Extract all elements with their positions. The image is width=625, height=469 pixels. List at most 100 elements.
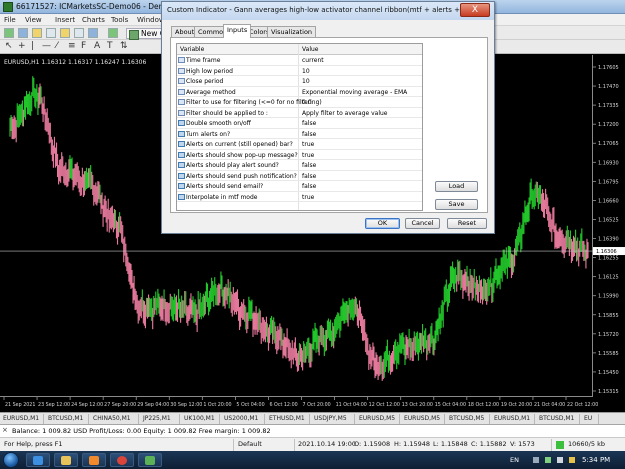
ie-glyph [33, 456, 43, 465]
symbol-tab[interactable]: JP225,M1 [140, 414, 180, 424]
crosshair-icon[interactable]: + [18, 41, 26, 51]
table-row[interactable]: Turn alerts on? false [177, 129, 422, 139]
table-row[interactable]: Alerts should play alert sound? false [177, 160, 422, 171]
symbol-tab[interactable]: EURUSD,M5 [401, 414, 445, 424]
cancel-button[interactable]: Cancel [405, 218, 440, 229]
load-button[interactable]: Load [435, 181, 478, 192]
symbol-tab[interactable]: BTCUSD,M5 [446, 414, 490, 424]
param-name: Turn alerts on? [186, 130, 231, 138]
menu-view[interactable]: View [25, 16, 42, 24]
start-button[interactable] [3, 452, 19, 468]
new-order-icon[interactable] [108, 28, 118, 38]
table-row[interactable]: Time frame current [177, 55, 422, 66]
table-row[interactable]: Filter to use for filtering (<=0 for no … [177, 97, 422, 108]
symbol-tab[interactable]: EURUSD,M1 [491, 414, 535, 424]
symbol-tab[interactable]: BTCUSD,M1 [45, 414, 89, 424]
param-value[interactable]: false [302, 162, 316, 169]
table-row[interactable]: Average method Exponential moving average… [177, 87, 422, 97]
param-value[interactable]: false [302, 173, 316, 180]
param-value[interactable]: false [302, 120, 316, 127]
taskbar-media-icon[interactable] [82, 453, 106, 467]
table-row[interactable]: Filter should be applied to : Apply filte… [177, 108, 422, 118]
taskbar-explorer-icon[interactable] [54, 453, 78, 467]
tab-inputs[interactable]: Inputs [223, 24, 252, 38]
symbol-tab[interactable]: BTCUSD,M1 [536, 414, 580, 424]
taskbar-chrome-icon[interactable] [110, 453, 134, 467]
table-row[interactable]: Double smooth on/off false [177, 118, 422, 129]
param-value[interactable]: 10 [302, 68, 310, 75]
cursor-icon[interactable]: ↖ [5, 41, 13, 51]
menu-insert[interactable]: Insert [55, 16, 75, 24]
price-tick-label: 1.16390 [598, 237, 619, 243]
param-value[interactable]: 10 [302, 78, 310, 85]
tray-up-arrow-icon[interactable] [533, 457, 539, 463]
menu-tools[interactable]: Tools [111, 16, 128, 24]
save-button[interactable]: Save [435, 199, 478, 210]
symbol-tab[interactable]: CHINA50,M1 [90, 414, 139, 424]
tray-network-icon[interactable] [545, 457, 551, 463]
reset-button[interactable]: Reset [447, 218, 487, 229]
param-value[interactable]: Apply filter to average value [302, 110, 388, 117]
new-chart-icon[interactable] [4, 28, 14, 38]
menu-file[interactable]: File [4, 16, 16, 24]
table-row[interactable]: Alerts should send push notification? fal… [177, 171, 422, 181]
trendline-icon[interactable]: ⁄ [56, 41, 58, 51]
symbol-tab[interactable]: ETHUSD,M1 [266, 414, 310, 424]
custom-indicator-dialog: Custom Indicator - Gann averages high-lo… [161, 1, 495, 234]
tab-visualization[interactable]: Visualization [267, 26, 317, 37]
table-row[interactable]: Alerts should show pop-up message? true [177, 150, 422, 160]
symbol-tab[interactable]: UK100,M1 [181, 414, 220, 424]
channel-icon[interactable]: ≡ [68, 41, 76, 51]
fibonacci-icon[interactable]: F [81, 41, 86, 51]
price-tick-label: 1.16525 [598, 217, 619, 223]
text-tool-icon[interactable]: A [94, 41, 100, 51]
tray-volume-icon[interactable] [557, 457, 563, 463]
column-variable[interactable]: Variable [180, 46, 204, 53]
param-name: Close period [186, 78, 224, 85]
taskbar-ie-icon[interactable] [26, 453, 50, 467]
table-row[interactable]: Alerts should send email? false [177, 181, 422, 192]
symbol-tab[interactable]: USDJPY,M5 [311, 414, 355, 424]
tray-flag-icon[interactable] [569, 457, 575, 463]
tester-icon[interactable] [88, 28, 98, 38]
table-row[interactable]: Close period 10 [177, 76, 422, 87]
time-tick-label: 18 Oct 12:00 [468, 402, 499, 408]
terminal-close-icon[interactable]: × [2, 426, 8, 434]
folder-glyph [61, 456, 71, 465]
bool-param-icon [178, 120, 185, 126]
symbol-tab[interactable]: EURUSD,M1 [0, 414, 44, 424]
symbol-tab[interactable]: EU [581, 414, 599, 424]
horizontal-line-icon[interactable]: — [42, 41, 51, 51]
dialog-close-button[interactable]: X [460, 3, 490, 17]
navigator-icon[interactable] [60, 28, 70, 38]
vertical-line-icon[interactable]: | [31, 41, 34, 51]
taskbar-mt4-icon[interactable] [138, 453, 162, 467]
ok-button[interactable]: OK [365, 218, 400, 229]
market-watch-icon[interactable] [32, 28, 42, 38]
param-value[interactable]: current [302, 57, 324, 64]
profiles-icon[interactable] [18, 28, 28, 38]
inputs-table[interactable]: Variable Value Time frame current High low… [176, 43, 423, 211]
param-value[interactable]: 0.0 [302, 99, 312, 106]
table-row[interactable]: Interpolate in mtf mode true [177, 192, 422, 202]
enum-param-icon [178, 109, 185, 116]
time-tick-label: 24 Sep 12:00 [71, 402, 103, 408]
menu-charts[interactable]: Charts [82, 16, 105, 24]
param-value[interactable]: false [302, 131, 316, 138]
terminal-icon[interactable] [74, 28, 84, 38]
param-value[interactable]: true [302, 141, 314, 148]
table-row[interactable]: Alerts on current (still opened) bar? tru… [177, 139, 422, 150]
column-value[interactable]: Value [302, 46, 318, 53]
symbol-tab[interactable]: US2000,M1 [221, 414, 265, 424]
param-value[interactable]: false [302, 183, 316, 190]
tray-language[interactable]: EN [510, 456, 519, 464]
table-row[interactable]: High low period 10 [177, 66, 422, 76]
data-window-icon[interactable] [46, 28, 56, 38]
param-value[interactable]: Exponential moving average - EMA [302, 89, 407, 96]
param-value[interactable]: true [302, 194, 314, 201]
param-value[interactable]: true [302, 152, 314, 159]
label-tool-icon[interactable]: T [107, 41, 113, 51]
symbol-tab[interactable]: EURUSD,M5 [356, 414, 400, 424]
arrows-tool-icon[interactable]: ⇅ [120, 41, 128, 51]
tray-clock[interactable]: 5:34 PM [582, 456, 610, 464]
